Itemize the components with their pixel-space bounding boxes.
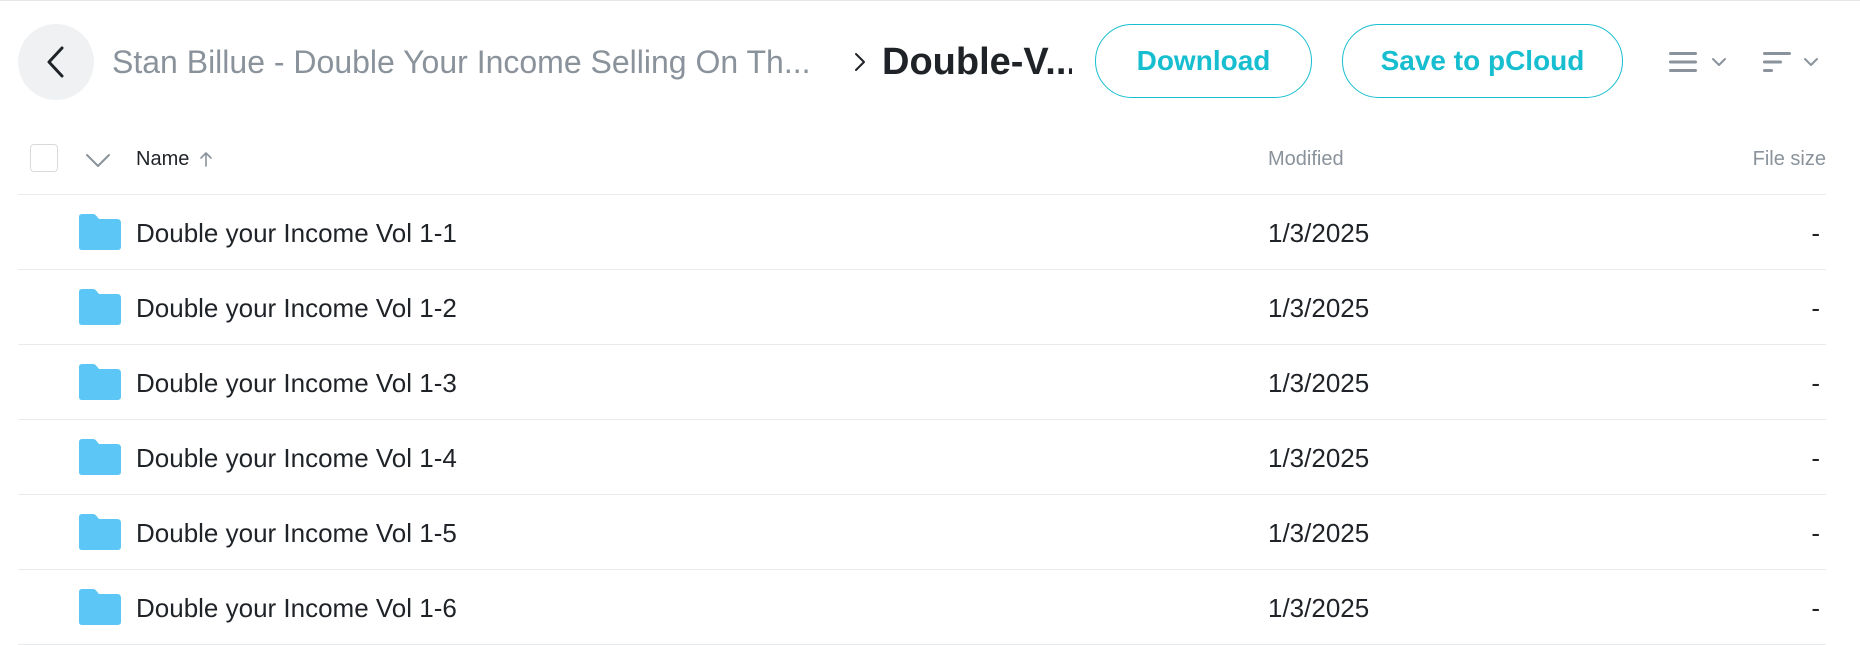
- folder-icon: [79, 214, 121, 250]
- select-all-checkbox[interactable]: [30, 144, 58, 172]
- row-file-size: -: [1811, 368, 1820, 398]
- table-row[interactable]: Double your Income Vol 1-4 1/3/2025 -: [18, 420, 1826, 495]
- column-header-file-size[interactable]: File size: [1753, 146, 1826, 172]
- row-modified: 1/3/2025: [1268, 593, 1370, 623]
- header: Stan Billue - Double Your Income Selling…: [0, 0, 1860, 124]
- folder-icon: [79, 289, 121, 325]
- row-name: Double your Income Vol 1-6: [136, 593, 457, 623]
- row-file-size: -: [1811, 443, 1820, 473]
- table-row[interactable]: Double your Income Vol 1-6 1/3/2025 -: [18, 570, 1826, 645]
- chevron-right-icon: [855, 53, 865, 71]
- chevron-left-icon: [47, 46, 64, 78]
- sort-icon: [1763, 52, 1791, 72]
- row-file-size: -: [1811, 293, 1820, 323]
- column-header-modified[interactable]: Modified: [1268, 146, 1344, 172]
- breadcrumb-parent[interactable]: Stan Billue - Double Your Income Selling…: [112, 40, 832, 84]
- row-file-size: -: [1811, 593, 1820, 623]
- save-to-pcloud-button[interactable]: Save to pCloud: [1342, 24, 1623, 98]
- row-file-size: -: [1811, 218, 1820, 248]
- back-button[interactable]: [18, 24, 94, 100]
- file-list: Double your Income Vol 1-1 1/3/2025 - Do…: [18, 195, 1826, 645]
- row-modified: 1/3/2025: [1268, 368, 1370, 398]
- row-name: Double your Income Vol 1-1: [136, 218, 457, 248]
- sort-ascending-icon: [200, 152, 213, 167]
- column-name-label: Name: [136, 147, 190, 170]
- column-header-name[interactable]: Name: [136, 146, 215, 172]
- table-row[interactable]: Double your Income Vol 1-1 1/3/2025 -: [18, 195, 1826, 270]
- sort-toggle[interactable]: [1762, 46, 1820, 78]
- row-name: Double your Income Vol 1-4: [136, 443, 457, 473]
- table-row[interactable]: Double your Income Vol 1-3 1/3/2025 -: [18, 345, 1826, 420]
- table-row[interactable]: Double your Income Vol 1-2 1/3/2025 -: [18, 270, 1826, 345]
- row-name: Double your Income Vol 1-2: [136, 293, 457, 323]
- chevron-down-icon[interactable]: [84, 148, 112, 172]
- row-modified: 1/3/2025: [1268, 293, 1370, 323]
- row-modified: 1/3/2025: [1268, 443, 1370, 473]
- row-name: Double your Income Vol 1-5: [136, 518, 457, 548]
- list-view-toggle[interactable]: [1668, 46, 1728, 78]
- row-modified: 1/3/2025: [1268, 518, 1370, 548]
- row-file-size: -: [1811, 518, 1820, 548]
- table-header: Name Modified File size: [18, 124, 1826, 195]
- download-button[interactable]: Download: [1095, 24, 1312, 98]
- row-name: Double your Income Vol 1-3: [136, 368, 457, 398]
- folder-icon: [79, 364, 121, 400]
- row-modified: 1/3/2025: [1268, 218, 1370, 248]
- folder-icon: [79, 589, 121, 625]
- breadcrumb-current: Double-V...: [882, 41, 1072, 83]
- list-view-icon: [1669, 52, 1697, 72]
- chevron-down-icon: [1712, 58, 1726, 66]
- chevron-down-icon: [1804, 58, 1818, 66]
- folder-icon: [79, 514, 121, 550]
- folder-icon: [79, 439, 121, 475]
- table-row[interactable]: Double your Income Vol 1-5 1/3/2025 -: [18, 495, 1826, 570]
